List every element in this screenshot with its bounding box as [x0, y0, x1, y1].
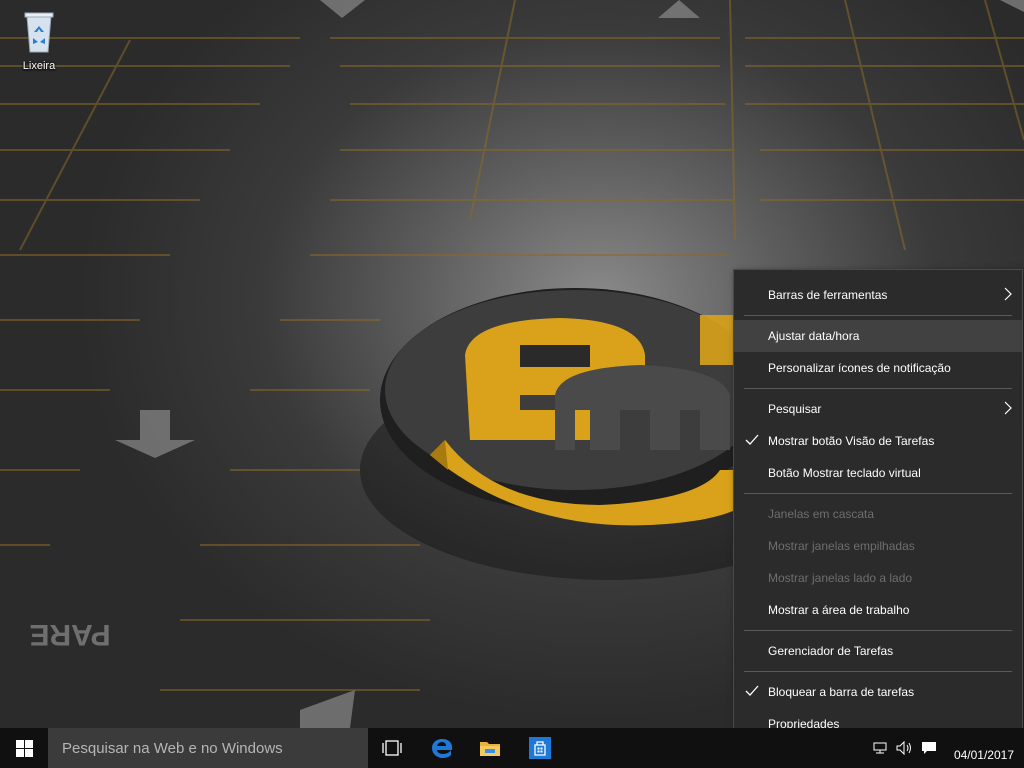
menu-item-label: Janelas em cascata [768, 507, 875, 521]
action-center-icon [922, 742, 936, 754]
action-center-button[interactable] [918, 728, 940, 768]
volume-icon [896, 741, 911, 755]
taskbar-clock[interactable]: 04/01/2017 [954, 728, 1014, 768]
menu-item-label: Botão Mostrar teclado virtual [768, 466, 921, 480]
menu-item-label: Gerenciador de Tarefas [768, 644, 894, 658]
menu-item-barras-de-ferramentas[interactable]: Barras de ferramentas [734, 279, 1022, 311]
menu-item-label: Personalizar ícones de notificação [768, 361, 951, 375]
chevron-right-icon [1004, 401, 1012, 415]
start-button[interactable] [0, 728, 48, 768]
taskbar-context-menu: Barras de ferramentas Ajustar data/hora … [733, 269, 1023, 746]
menu-separator [744, 671, 1012, 672]
menu-item-botao-teclado-virtual[interactable]: Botão Mostrar teclado virtual [734, 457, 1022, 489]
chevron-right-icon [1004, 287, 1012, 301]
windows-logo-icon [15, 739, 33, 757]
menu-item-ajustar-data-hora[interactable]: Ajustar data/hora [734, 320, 1022, 352]
file-explorer-icon [480, 742, 500, 756]
checkmark-icon [745, 685, 759, 696]
recycle-bin-icon [24, 12, 54, 53]
taskbar-search-box[interactable] [48, 728, 368, 768]
menu-separator [744, 315, 1012, 316]
menu-item-label: Ajustar data/hora [768, 329, 860, 343]
menu-item-label: Mostrar janelas lado a lado [768, 571, 913, 585]
menu-item-label: Mostrar botão Visão de Tarefas [768, 434, 935, 448]
wallpaper-pare-text: PARE [29, 618, 110, 651]
recycle-bin-shortcut[interactable]: Lixeira [10, 8, 68, 72]
edge-button[interactable] [418, 728, 466, 768]
menu-item-janelas-lado-a-lado: Mostrar janelas lado a lado [734, 562, 1022, 594]
search-input[interactable] [60, 738, 364, 758]
network-tray-button[interactable] [870, 728, 890, 768]
menu-item-mostrar-area-de-trabalho[interactable]: Mostrar a área de trabalho [734, 594, 1022, 626]
menu-item-label: Mostrar janelas empilhadas [768, 539, 915, 553]
network-icon [873, 742, 887, 754]
task-view-icon [382, 740, 402, 756]
volume-tray-button[interactable] [894, 728, 916, 768]
menu-item-label: Bloquear a barra de tarefas [768, 685, 915, 699]
menu-item-label: Pesquisar [768, 402, 822, 416]
menu-item-janelas-empilhadas: Mostrar janelas empilhadas [734, 530, 1022, 562]
store-button[interactable] [516, 728, 564, 768]
taskbar[interactable]: 04/01/2017 [0, 728, 1024, 768]
recycle-bin-label: Lixeira [22, 60, 56, 72]
menu-item-bloquear-barra-de-tarefas[interactable]: Bloquear a barra de tarefas [734, 676, 1022, 708]
checkmark-icon [745, 434, 759, 445]
file-explorer-button[interactable] [466, 728, 514, 768]
task-view-button[interactable] [368, 728, 416, 768]
edge-icon [432, 739, 452, 758]
menu-separator [744, 388, 1012, 389]
menu-item-janelas-em-cascata: Janelas em cascata [734, 498, 1022, 530]
menu-item-mostrar-botao-visao-tarefas[interactable]: Mostrar botão Visão de Tarefas [734, 425, 1022, 457]
clock-date: 04/01/2017 [953, 748, 1014, 762]
menu-item-pesquisar[interactable]: Pesquisar [734, 393, 1022, 425]
menu-separator [744, 493, 1012, 494]
menu-item-personalizar-icones[interactable]: Personalizar ícones de notificação [734, 352, 1022, 384]
menu-item-label: Barras de ferramentas [768, 288, 888, 302]
menu-item-label: Mostrar a área de trabalho [768, 603, 910, 617]
menu-separator [744, 630, 1012, 631]
menu-item-gerenciador-de-tarefas[interactable]: Gerenciador de Tarefas [734, 635, 1022, 667]
store-icon [529, 737, 551, 759]
